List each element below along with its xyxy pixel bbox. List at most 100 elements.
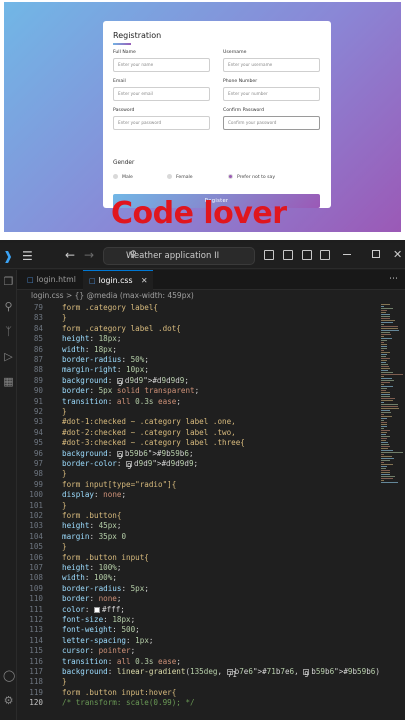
code-line[interactable]: 86 width: 18px;	[17, 345, 379, 355]
toggle-panel-icon[interactable]	[283, 250, 293, 260]
settings-gear-icon[interactable]: ⚙	[3, 695, 14, 706]
code-line[interactable]: 107 height: 100%;	[17, 563, 379, 573]
minimap-line	[381, 356, 387, 357]
maximize-icon[interactable]	[372, 250, 380, 258]
code-line[interactable]: 97 border-color: 9 d9d9">#d9d9d9;	[17, 459, 379, 471]
forward-arrow-icon[interactable]: →	[84, 248, 94, 262]
gender-option-male[interactable]: Male	[113, 174, 133, 181]
source-control-icon[interactable]: ᛉ	[3, 326, 14, 337]
password-input[interactable]: Enter your password	[113, 116, 210, 130]
code-line[interactable]: 96 background: 9 b59b6">#9b59b6;	[17, 449, 379, 461]
toggle-sidebar-icon[interactable]	[264, 250, 274, 260]
code-line[interactable]: 105 }	[17, 542, 379, 552]
code-line[interactable]: 106 form .button input{	[17, 553, 379, 563]
code-line[interactable]: 99 form input[type="radio"]{	[17, 480, 379, 490]
explorer-icon[interactable]: ❐	[3, 276, 14, 287]
code-line[interactable]: 119 form .button input:hover{	[17, 688, 379, 698]
confirm-password-field: Confirm Password Confirm your password	[223, 107, 320, 130]
more-actions-icon[interactable]: ⋯	[389, 274, 398, 284]
close-tab-icon[interactable]: ✕	[141, 276, 148, 285]
full-name-input[interactable]: Enter your name	[113, 58, 210, 72]
code-line[interactable]: 101 }	[17, 501, 379, 511]
code-line[interactable]: 103 height: 45px;	[17, 521, 379, 531]
back-arrow-icon[interactable]: ←	[65, 248, 75, 262]
code-text: }	[62, 407, 67, 416]
minimap-line	[381, 354, 387, 355]
code-line[interactable]: 116 transition: all 0.3s ease;	[17, 657, 379, 667]
email-input[interactable]: Enter your email	[113, 87, 210, 101]
code-line[interactable]: 95 #dot-3:checked ~ .category label .thr…	[17, 438, 379, 448]
code-line[interactable]: 110 border: none;	[17, 594, 379, 604]
gender-option-prefer-not[interactable]: Prefer not to say	[228, 174, 275, 181]
code-line[interactable]: 108 width: 100%;	[17, 573, 379, 583]
minimap-line	[381, 406, 399, 407]
tab-login-css[interactable]: □ login.css ✕	[83, 270, 153, 290]
code-line[interactable]: 87 border-radius: 50%;	[17, 355, 379, 365]
minimap-line	[381, 314, 390, 315]
tab-login-html[interactable]: □ login.html	[21, 270, 81, 290]
code-line[interactable]: 102 form .button{	[17, 511, 379, 521]
code-line[interactable]: 83 }	[17, 313, 379, 323]
code-line[interactable]: 89 background: 9 d9d9">#d9d9d9;	[17, 376, 379, 388]
code-line[interactable]: 111 color: #fff;	[17, 605, 379, 615]
toggle-secondary-sidebar-icon[interactable]	[302, 250, 312, 260]
minimap-line	[381, 404, 399, 405]
code-line[interactable]: 118 }	[17, 677, 379, 687]
code-text: border-color: 9 d9d9">#d9d9d9;	[62, 459, 199, 471]
code-line[interactable]: 91 transition: all 0.3s ease;	[17, 397, 379, 407]
code-editor[interactable]: 79 form .category label{83 } 84 form .cat…	[17, 302, 385, 720]
username-input[interactable]: Enter your username	[223, 58, 320, 72]
close-window-icon[interactable]: ✕	[393, 248, 402, 261]
line-number: 110	[29, 594, 43, 604]
code-line[interactable]: 109 border-radius: 5px;	[17, 584, 379, 594]
minimize-icon[interactable]	[343, 254, 351, 255]
minimap-line	[381, 450, 393, 451]
code-line[interactable]: 115 cursor: pointer;	[17, 646, 379, 656]
code-line[interactable]: 117 background: linear-gradient(135deg, …	[17, 667, 384, 679]
extensions-icon[interactable]: ▦	[3, 376, 14, 387]
line-number: 108	[29, 573, 43, 583]
phone-input[interactable]: Enter your number	[223, 87, 320, 101]
command-center-search[interactable]: Weather application II	[103, 247, 255, 265]
breadcrumb[interactable]: login.css > {} @media (max-width: 459px)	[17, 290, 405, 302]
minimap-line	[381, 398, 395, 399]
code-line[interactable]: 90 border: 5px solid transparent;	[17, 386, 379, 396]
minimap-line	[381, 422, 387, 423]
menu-icon[interactable]: ☰	[22, 249, 36, 263]
code-text: display: none;	[62, 490, 127, 500]
code-line[interactable]: 93 #dot-1:checked ~ .category label .one…	[17, 417, 379, 427]
line-number: 117	[29, 667, 43, 676]
minimap-line	[381, 466, 387, 467]
minimap-line	[381, 342, 384, 343]
code-line[interactable]: 85 height: 18px;	[17, 334, 379, 344]
search-icon[interactable]: ⚲	[3, 301, 14, 312]
minimap-line	[381, 470, 390, 471]
code-text: cursor: pointer;	[62, 646, 136, 656]
code-line[interactable]: 92 }	[17, 407, 379, 417]
minimap-line	[381, 442, 389, 443]
minimap-line	[381, 474, 390, 475]
account-icon[interactable]: ◯	[3, 670, 15, 681]
line-number: 91	[33, 396, 43, 406]
code-line[interactable]: 88 margin-right: 10px;	[17, 365, 379, 375]
minimap-line	[381, 436, 390, 437]
code-line[interactable]: 84 form .category label .dot{	[17, 324, 379, 334]
code-line[interactable]: 100 display: none;	[17, 490, 379, 500]
line-number: 85	[33, 334, 43, 344]
code-line[interactable]: 94 #dot-2:checked ~ .category label .two…	[17, 428, 379, 438]
code-line[interactable]: 113 font-weight: 500;	[17, 625, 379, 635]
code-line[interactable]: 114 letter-spacing: 1px;	[17, 636, 379, 646]
minimap[interactable]	[379, 302, 405, 720]
confirm-password-input[interactable]: Confirm your password	[223, 116, 320, 130]
code-line[interactable]: 112 font-size: 18px;	[17, 615, 379, 625]
minimap-line	[381, 424, 387, 425]
line-number: 101	[29, 500, 43, 510]
run-debug-icon[interactable]: ▷	[3, 351, 14, 362]
customize-layout-icon[interactable]	[320, 250, 330, 260]
minimap-line	[381, 334, 391, 335]
code-line[interactable]: 104 margin: 35px 0	[17, 532, 379, 542]
code-line[interactable]: 98 }	[17, 469, 379, 479]
code-line[interactable]: 79 form .category label{	[17, 303, 379, 313]
code-line[interactable]: 120 /* transform: scale(0.99); */	[17, 698, 379, 708]
gender-option-female[interactable]: Female	[167, 174, 193, 181]
